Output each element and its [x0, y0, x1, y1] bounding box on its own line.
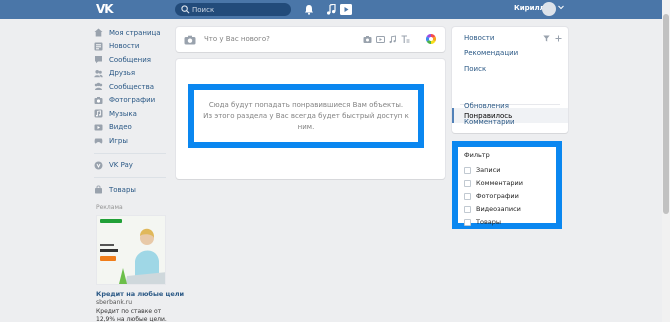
video-icon	[94, 123, 103, 132]
messages-icon	[94, 55, 103, 64]
photos-icon	[94, 96, 103, 105]
filter-option-posts[interactable]: Записи	[464, 166, 500, 174]
games-icon	[94, 136, 103, 145]
nav-divider	[94, 152, 166, 154]
nav-item-label: Видео	[109, 123, 132, 132]
user-name[interactable]: Кирилл	[514, 4, 545, 12]
photo-attach-icon[interactable]	[363, 35, 372, 44]
ad-domain: sberbank.ru	[96, 299, 133, 306]
news-icon	[94, 42, 103, 51]
checkbox[interactable]	[464, 179, 471, 187]
play-icon[interactable]	[340, 3, 352, 15]
bell-icon[interactable]	[303, 3, 315, 15]
goods-icon	[94, 185, 103, 194]
nav-item-label: VK Pay	[109, 161, 133, 170]
nav-item-label: Моя страница	[109, 28, 161, 37]
menu-item-updates[interactable]: Обновления	[464, 102, 509, 110]
top-bar: VK Кирилл	[0, 0, 662, 19]
new-post-placeholder[interactable]: Что у Вас нового?	[204, 35, 270, 43]
menu-item-comments[interactable]: Комментарии	[464, 118, 515, 126]
ad-title[interactable]: Кредит на любые цели	[96, 290, 184, 298]
friends-icon	[94, 69, 103, 78]
camera-icon	[184, 35, 196, 45]
nav-item-photos[interactable]: Фотографии	[94, 94, 174, 108]
nav-item-games[interactable]: Игры	[94, 134, 174, 148]
music-note-icon[interactable]	[325, 3, 337, 15]
home-icon	[94, 28, 103, 37]
empty-message-line-2: Из этого раздела у Вас всегда будет быст…	[203, 111, 409, 131]
filter-panel: Фильтр Записи Комментарии Фотографии Вид…	[452, 141, 562, 229]
filter-option-photos[interactable]: Фотографии	[464, 192, 519, 200]
empty-feed-message: Сюда будут попадать понравившиеся Вам об…	[188, 84, 424, 148]
ads-label: Реклама	[96, 204, 123, 211]
nav-item-news[interactable]: Новости	[94, 40, 174, 54]
new-post-box[interactable]: Что у Вас нового?	[176, 27, 445, 52]
nav-item-vk-pay[interactable]: VK Pay	[94, 159, 174, 173]
audio-attach-icon[interactable]	[388, 35, 397, 44]
filter-option-comments[interactable]: Комментарии	[464, 179, 523, 187]
filter-option-label: Фотографии	[476, 192, 519, 200]
scrollbar[interactable]	[662, 0, 670, 322]
avatar[interactable]	[542, 2, 556, 16]
scroll-thumb[interactable]	[663, 14, 669, 214]
nav-item-communities[interactable]: Сообщества	[94, 80, 174, 94]
checkbox[interactable]	[464, 205, 471, 213]
checkbox[interactable]	[464, 218, 471, 226]
checkbox[interactable]	[464, 192, 471, 200]
nav-item-label: Новости	[109, 42, 140, 51]
ad-banner-image[interactable]	[96, 215, 166, 285]
nav-item-music[interactable]: Музыка	[94, 107, 174, 121]
ad-text: Кредит по ставке от 12,9% на любые цели.	[96, 308, 167, 322]
left-nav: Моя страница Новости Сообщения Друзья Со…	[94, 26, 174, 197]
search-input[interactable]	[192, 3, 287, 16]
article-attach-icon[interactable]	[401, 35, 410, 44]
music-icon	[94, 109, 103, 118]
nav-item-messages[interactable]: Сообщения	[94, 53, 174, 67]
communities-icon	[94, 82, 103, 91]
filter-option-label: Комментарии	[476, 179, 523, 187]
filter-title: Фильтр	[464, 151, 490, 159]
nav-item-label: Товары	[109, 185, 136, 194]
checkbox[interactable]	[464, 166, 471, 174]
filter-option-label: Видеозаписи	[476, 205, 521, 213]
video-attach-icon[interactable]	[376, 35, 385, 44]
nav-item-label: Сообщения	[109, 55, 152, 64]
nav-item-label: Музыка	[109, 109, 137, 118]
nav-item-label: Фотографии	[109, 96, 156, 105]
nav-item-label: Игры	[109, 136, 128, 145]
filter-option-label: Записи	[476, 166, 501, 174]
nav-item-label: Сообщества	[109, 82, 155, 91]
nav-item-label: Друзья	[109, 69, 136, 78]
search-box[interactable]	[175, 3, 291, 16]
filter-option-label: Товары	[476, 218, 502, 226]
plus-icon[interactable]	[555, 35, 562, 42]
filter-icon[interactable]	[543, 35, 550, 42]
empty-message-line-1: Сюда будут попадать понравившиеся Вам об…	[208, 100, 404, 109]
menu-item-news[interactable]: Новости	[464, 34, 494, 42]
menu-item-recommendations[interactable]: Рекомендации	[464, 49, 518, 57]
nav-item-goods[interactable]: Товары	[94, 183, 174, 197]
filter-option-videos[interactable]: Видеозаписи	[464, 205, 521, 213]
menu-item-search[interactable]: Поиск	[464, 65, 486, 73]
color-wheel-icon[interactable]	[426, 34, 436, 44]
vk-logo[interactable]: VK	[96, 3, 116, 16]
nav-item-video[interactable]: Видео	[94, 121, 174, 135]
filter-option-goods[interactable]: Товары	[464, 218, 501, 226]
nav-divider	[94, 177, 166, 178]
nav-item-my-page[interactable]: Моя страница	[94, 26, 174, 40]
nav-item-friends[interactable]: Друзья	[94, 67, 174, 81]
chevron-down-icon[interactable]	[558, 5, 564, 10]
search-icon	[181, 5, 190, 14]
vk-pay-icon	[94, 161, 103, 170]
